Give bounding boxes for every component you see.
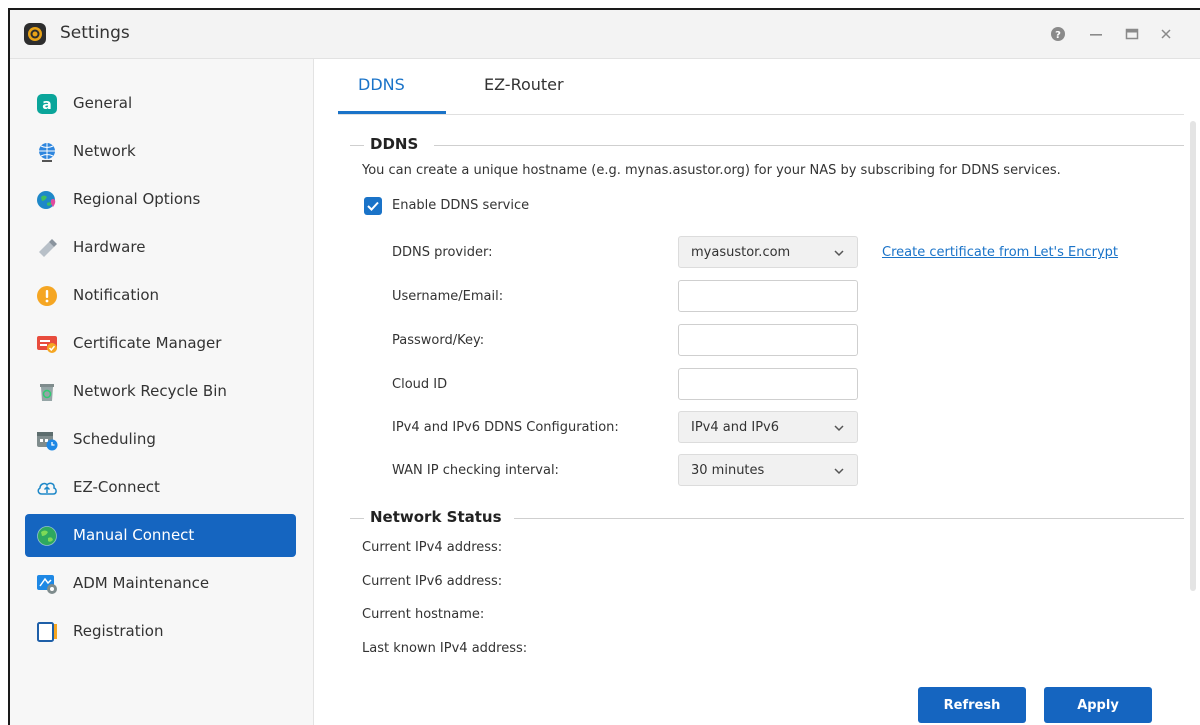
wan-interval-value: 30 minutes <box>691 463 765 478</box>
wan-interval-label: WAN IP checking interval: <box>392 463 559 478</box>
sidebar-item-certificate-manager[interactable]: Certificate Manager <box>25 322 296 365</box>
certificate-icon <box>37 336 57 353</box>
sidebar-item-label: General <box>73 94 133 112</box>
sidebar-item-label: Manual Connect <box>73 526 195 544</box>
network-status-title: Network Status <box>364 508 508 526</box>
svg-text:?: ? <box>1055 30 1061 41</box>
section-line <box>350 518 364 519</box>
settings-window: Settings ? a General Network Regional Op… <box>8 8 1200 725</box>
current-hostname-label: Current hostname: <box>362 607 485 622</box>
ddns-description: You can create a unique hostname (e.g. m… <box>362 163 1061 178</box>
cloud-id-label: Cloud ID <box>392 377 448 392</box>
settings-app-icon <box>24 23 46 45</box>
section-line <box>350 145 364 146</box>
title-bar: Settings ? <box>10 10 1200 59</box>
help-icon[interactable]: ? <box>1046 23 1070 45</box>
sidebar-item-label: Network <box>73 142 136 160</box>
cloud-id-input[interactable] <box>678 368 858 400</box>
sidebar-item-network-recycle-bin[interactable]: Network Recycle Bin <box>25 370 296 413</box>
maintenance-icon <box>37 575 57 594</box>
regional-globe-icon <box>37 191 56 209</box>
sidebar-item-manual-connect[interactable]: Manual Connect <box>25 514 296 557</box>
ip-config-label: IPv4 and IPv6 DDNS Configuration: <box>392 420 619 435</box>
ddns-provider-label: DDNS provider: <box>392 245 493 260</box>
chevron-down-icon <box>834 425 844 432</box>
manual-connect-globe-icon <box>37 526 57 546</box>
general-icon: a <box>37 94 57 114</box>
chevron-down-icon <box>834 468 844 475</box>
sidebar-item-network[interactable]: Network <box>25 130 296 173</box>
username-input[interactable] <box>678 280 858 312</box>
recycle-bin-icon <box>40 384 54 401</box>
ddns-section-title: DDNS <box>364 135 425 153</box>
sidebar-item-label: Regional Options <box>73 190 201 208</box>
settings-sidebar: a General Network Regional Options Hardw… <box>10 59 314 725</box>
sidebar-item-label: EZ-Connect <box>73 478 160 496</box>
registration-icon <box>37 622 57 642</box>
sidebar-item-regional-options[interactable]: Regional Options <box>25 178 296 221</box>
maximize-icon[interactable] <box>1120 23 1144 45</box>
active-tab-indicator <box>338 111 446 114</box>
cloud-upload-icon <box>37 482 57 495</box>
password-label: Password/Key: <box>392 333 485 348</box>
vertical-scrollbar[interactable] <box>1190 121 1196 591</box>
current-ipv6-label: Current IPv6 address: <box>362 574 503 589</box>
current-ipv4-label: Current IPv4 address: <box>362 540 503 555</box>
sidebar-item-label: Registration <box>73 622 164 640</box>
hardware-icon <box>39 239 57 257</box>
network-globe-icon <box>39 143 55 162</box>
close-icon[interactable] <box>1154 23 1178 45</box>
ip-config-value: IPv4 and IPv6 <box>691 420 779 435</box>
checkmark-icon <box>367 201 379 211</box>
notification-icon <box>37 286 57 306</box>
enable-ddns-checkbox[interactable] <box>364 197 382 215</box>
password-input[interactable] <box>678 324 858 356</box>
calendar-clock-icon <box>37 432 58 451</box>
username-label: Username/Email: <box>392 289 504 304</box>
sidebar-item-label: ADM Maintenance <box>73 574 210 592</box>
section-line <box>514 518 1184 519</box>
sidebar-item-label: Scheduling <box>73 430 156 448</box>
sidebar-item-notification[interactable]: Notification <box>25 274 296 317</box>
apply-button[interactable]: Apply <box>1044 687 1152 723</box>
sidebar-item-adm-maintenance[interactable]: ADM Maintenance <box>25 562 296 605</box>
main-panel: DDNS EZ-Router DDNS You can create a uni… <box>314 59 1200 725</box>
section-line <box>434 145 1184 146</box>
sidebar-item-label: Certificate Manager <box>73 334 222 352</box>
window-title: Settings <box>60 23 130 43</box>
sidebar-item-ez-connect[interactable]: EZ-Connect <box>25 466 296 509</box>
svg-text:a: a <box>42 97 51 113</box>
sidebar-item-hardware[interactable]: Hardware <box>25 226 296 269</box>
sidebar-item-general[interactable]: a General <box>25 82 296 125</box>
last-known-ipv4-label: Last known IPv4 address: <box>362 641 528 656</box>
ip-config-select[interactable]: IPv4 and IPv6 <box>678 411 858 443</box>
minimize-icon[interactable] <box>1084 23 1108 45</box>
tab-divider <box>338 114 1184 115</box>
ddns-provider-select[interactable]: myasustor.com <box>678 236 858 268</box>
tab-ddns[interactable]: DDNS <box>358 75 405 103</box>
create-certificate-link[interactable]: Create certificate from Let's Encrypt <box>882 245 1118 260</box>
sidebar-item-registration[interactable]: Registration <box>25 610 296 653</box>
chevron-down-icon <box>834 250 844 257</box>
sidebar-item-label: Notification <box>73 286 160 304</box>
sidebar-item-label: Network Recycle Bin <box>73 382 227 400</box>
refresh-button[interactable]: Refresh <box>918 687 1026 723</box>
enable-ddns-label: Enable DDNS service <box>392 198 530 213</box>
sidebar-item-scheduling[interactable]: Scheduling <box>25 418 296 461</box>
wan-interval-select[interactable]: 30 minutes <box>678 454 858 486</box>
tab-ez-router[interactable]: EZ-Router <box>484 75 564 103</box>
ddns-provider-value: myasustor.com <box>691 245 791 260</box>
sidebar-item-label: Hardware <box>73 238 146 256</box>
